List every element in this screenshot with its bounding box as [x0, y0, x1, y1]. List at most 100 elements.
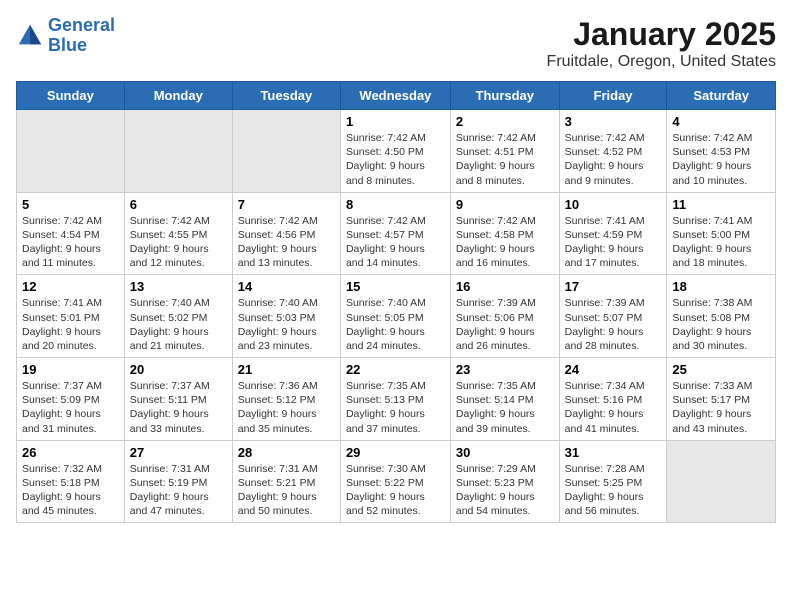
week-row-1: 1 Sunrise: 7:42 AM Sunset: 4:50 PM Daylig…	[17, 110, 776, 193]
day-number: 22	[346, 362, 445, 377]
calendar-cell: 25 Sunrise: 7:33 AM Sunset: 5:17 PM Dayli…	[667, 358, 776, 441]
day-number: 12	[22, 279, 119, 294]
calendar-cell: 21 Sunrise: 7:36 AM Sunset: 5:12 PM Dayli…	[232, 358, 340, 441]
week-row-3: 12 Sunrise: 7:41 AM Sunset: 5:01 PM Dayli…	[17, 275, 776, 358]
week-row-2: 5 Sunrise: 7:42 AM Sunset: 4:54 PM Daylig…	[17, 192, 776, 275]
day-info: Sunrise: 7:41 AM Sunset: 4:59 PM Dayligh…	[565, 214, 662, 271]
day-number: 28	[238, 445, 335, 460]
day-number: 25	[672, 362, 770, 377]
day-number: 5	[22, 197, 119, 212]
calendar-cell: 31Sunrise: 7:28 AM Sunset: 5:25 PM Dayli…	[559, 440, 667, 523]
day-info: Sunrise: 7:35 AM Sunset: 5:14 PM Dayligh…	[456, 379, 554, 436]
day-info: Sunrise: 7:38 AM Sunset: 5:08 PM Dayligh…	[672, 296, 770, 353]
day-info: Sunrise: 7:42 AM Sunset: 4:51 PM Dayligh…	[456, 131, 554, 188]
calendar-cell: 27 Sunrise: 7:31 AM Sunset: 5:19 PM Dayli…	[124, 440, 232, 523]
day-info: Sunrise: 7:35 AM Sunset: 5:13 PM Dayligh…	[346, 379, 445, 436]
day-number: 24	[565, 362, 662, 377]
day-info: Sunrise: 7:36 AM Sunset: 5:12 PM Dayligh…	[238, 379, 335, 436]
day-info: Sunrise: 7:37 AM Sunset: 5:11 PM Dayligh…	[130, 379, 227, 436]
day-info: Sunrise: 7:32 AM Sunset: 5:18 PM Dayligh…	[22, 462, 119, 519]
day-number: 15	[346, 279, 445, 294]
day-number: 2	[456, 114, 554, 129]
weekday-header-tuesday: Tuesday	[232, 82, 340, 110]
day-number: 11	[672, 197, 770, 212]
logo-text: General Blue	[48, 16, 115, 56]
calendar-cell: 29 Sunrise: 7:30 AM Sunset: 5:22 PM Dayli…	[340, 440, 450, 523]
day-info: Sunrise: 7:42 AM Sunset: 4:50 PM Dayligh…	[346, 131, 445, 188]
day-info: Sunrise: 7:31 AM Sunset: 5:21 PM Dayligh…	[238, 462, 335, 519]
calendar-cell: 18 Sunrise: 7:38 AM Sunset: 5:08 PM Dayli…	[667, 275, 776, 358]
day-number: 19	[22, 362, 119, 377]
calendar-cell: 17 Sunrise: 7:39 AM Sunset: 5:07 PM Dayli…	[559, 275, 667, 358]
day-number: 14	[238, 279, 335, 294]
weekday-header-wednesday: Wednesday	[340, 82, 450, 110]
weekday-header-row: SundayMondayTuesdayWednesdayThursdayFrid…	[17, 82, 776, 110]
calendar-cell	[124, 110, 232, 193]
day-info: Sunrise: 7:39 AM Sunset: 5:07 PM Dayligh…	[565, 296, 662, 353]
day-number: 26	[22, 445, 119, 460]
calendar-cell: 2 Sunrise: 7:42 AM Sunset: 4:51 PM Daylig…	[450, 110, 559, 193]
calendar-cell: 16 Sunrise: 7:39 AM Sunset: 5:06 PM Dayli…	[450, 275, 559, 358]
day-info: Sunrise: 7:42 AM Sunset: 4:58 PM Dayligh…	[456, 214, 554, 271]
calendar-cell: 5 Sunrise: 7:42 AM Sunset: 4:54 PM Daylig…	[17, 192, 125, 275]
calendar-cell: 7 Sunrise: 7:42 AM Sunset: 4:56 PM Daylig…	[232, 192, 340, 275]
day-info: Sunrise: 7:42 AM Sunset: 4:53 PM Dayligh…	[672, 131, 770, 188]
day-number: 16	[456, 279, 554, 294]
day-info: Sunrise: 7:42 AM Sunset: 4:54 PM Dayligh…	[22, 214, 119, 271]
calendar-cell: 1 Sunrise: 7:42 AM Sunset: 4:50 PM Daylig…	[340, 110, 450, 193]
week-row-4: 19 Sunrise: 7:37 AM Sunset: 5:09 PM Dayli…	[17, 358, 776, 441]
weekday-header-thursday: Thursday	[450, 82, 559, 110]
calendar-cell: 11 Sunrise: 7:41 AM Sunset: 5:00 PM Dayli…	[667, 192, 776, 275]
day-number: 21	[238, 362, 335, 377]
day-info: Sunrise: 7:41 AM Sunset: 5:00 PM Dayligh…	[672, 214, 770, 271]
week-row-5: 26 Sunrise: 7:32 AM Sunset: 5:18 PM Dayli…	[17, 440, 776, 523]
day-info: Sunrise: 7:42 AM Sunset: 4:56 PM Dayligh…	[238, 214, 335, 271]
day-info: Sunrise: 7:40 AM Sunset: 5:05 PM Dayligh…	[346, 296, 445, 353]
page-header: General Blue January 2025 Fruitdale, Ore…	[16, 16, 776, 71]
day-number: 31	[565, 445, 662, 460]
calendar-cell: 24 Sunrise: 7:34 AM Sunset: 5:16 PM Dayli…	[559, 358, 667, 441]
calendar-cell: 15 Sunrise: 7:40 AM Sunset: 5:05 PM Dayli…	[340, 275, 450, 358]
calendar-cell: 30 Sunrise: 7:29 AM Sunset: 5:23 PM Dayli…	[450, 440, 559, 523]
day-info: Sunrise: 7:30 AM Sunset: 5:22 PM Dayligh…	[346, 462, 445, 519]
day-info: Sunrise: 7:33 AM Sunset: 5:17 PM Dayligh…	[672, 379, 770, 436]
logo: General Blue	[16, 16, 115, 56]
day-info: Sunrise: 7:39 AM Sunset: 5:06 PM Dayligh…	[456, 296, 554, 353]
day-number: 17	[565, 279, 662, 294]
calendar-cell: 12 Sunrise: 7:41 AM Sunset: 5:01 PM Dayli…	[17, 275, 125, 358]
day-number: 3	[565, 114, 662, 129]
calendar-cell: 6 Sunrise: 7:42 AM Sunset: 4:55 PM Daylig…	[124, 192, 232, 275]
day-info: Sunrise: 7:29 AM Sunset: 5:23 PM Dayligh…	[456, 462, 554, 519]
weekday-header-saturday: Saturday	[667, 82, 776, 110]
day-info: Sunrise: 7:41 AM Sunset: 5:01 PM Dayligh…	[22, 296, 119, 353]
calendar-cell: 13Sunrise: 7:40 AM Sunset: 5:02 PM Dayli…	[124, 275, 232, 358]
day-info: Sunrise: 7:40 AM Sunset: 5:02 PM Dayligh…	[130, 296, 227, 353]
day-number: 18	[672, 279, 770, 294]
day-number: 30	[456, 445, 554, 460]
day-info: Sunrise: 7:31 AM Sunset: 5:19 PM Dayligh…	[130, 462, 227, 519]
calendar-cell	[17, 110, 125, 193]
calendar-cell: 10Sunrise: 7:41 AM Sunset: 4:59 PM Dayli…	[559, 192, 667, 275]
day-info: Sunrise: 7:37 AM Sunset: 5:09 PM Dayligh…	[22, 379, 119, 436]
calendar-title: January 2025	[547, 16, 776, 53]
calendar-table: SundayMondayTuesdayWednesdayThursdayFrid…	[16, 81, 776, 523]
calendar-cell: 28 Sunrise: 7:31 AM Sunset: 5:21 PM Dayli…	[232, 440, 340, 523]
day-number: 27	[130, 445, 227, 460]
calendar-cell	[667, 440, 776, 523]
calendar-subtitle: Fruitdale, Oregon, United States	[547, 53, 776, 71]
day-info: Sunrise: 7:42 AM Sunset: 4:55 PM Dayligh…	[130, 214, 227, 271]
calendar-cell: 4Sunrise: 7:42 AM Sunset: 4:53 PM Daylig…	[667, 110, 776, 193]
day-number: 9	[456, 197, 554, 212]
day-number: 23	[456, 362, 554, 377]
calendar-cell: 14 Sunrise: 7:40 AM Sunset: 5:03 PM Dayli…	[232, 275, 340, 358]
day-number: 1	[346, 114, 445, 129]
calendar-cell: 22 Sunrise: 7:35 AM Sunset: 5:13 PM Dayli…	[340, 358, 450, 441]
calendar-cell: 3Sunrise: 7:42 AM Sunset: 4:52 PM Daylig…	[559, 110, 667, 193]
day-number: 6	[130, 197, 227, 212]
day-number: 29	[346, 445, 445, 460]
calendar-cell: 8Sunrise: 7:42 AM Sunset: 4:57 PM Daylig…	[340, 192, 450, 275]
day-info: Sunrise: 7:40 AM Sunset: 5:03 PM Dayligh…	[238, 296, 335, 353]
day-number: 7	[238, 197, 335, 212]
calendar-cell: 26 Sunrise: 7:32 AM Sunset: 5:18 PM Dayli…	[17, 440, 125, 523]
day-info: Sunrise: 7:34 AM Sunset: 5:16 PM Dayligh…	[565, 379, 662, 436]
